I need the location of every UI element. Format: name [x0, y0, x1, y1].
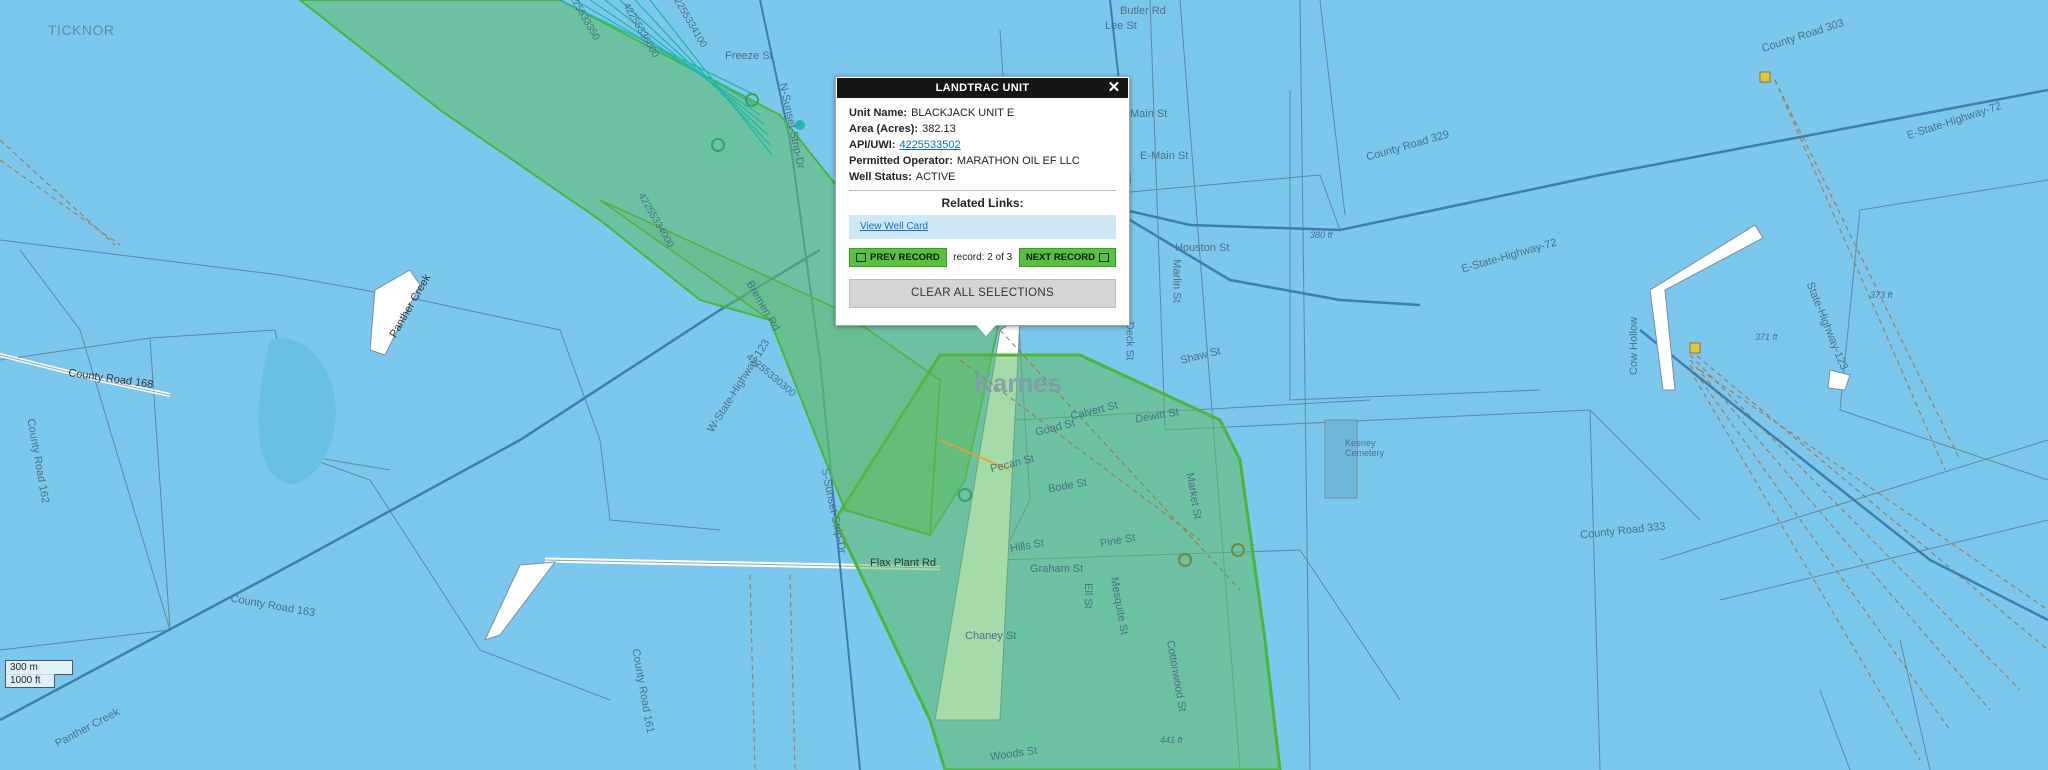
related-links-box: View Well Card — [849, 215, 1116, 239]
next-square-icon — [1099, 253, 1109, 262]
place-label-ticknor: TICKNOR — [48, 22, 115, 38]
popup-header: LANDTRAC UNIT ✕ — [837, 78, 1128, 98]
api-uwi-link[interactable]: 4225533502 — [899, 139, 960, 151]
landtrac-unit-popup: LANDTRAC UNIT ✕ Unit Name: BLACKJACK UNIT… — [835, 76, 1130, 336]
label-lee-st: Lee St — [1105, 20, 1137, 32]
field-well-status: Well Status: ACTIVE — [849, 171, 1116, 183]
town-label-karnes: Karnes — [974, 368, 1063, 398]
label-chaney-st: Chaney St — [965, 630, 1017, 642]
field-key: Well Status: — [849, 171, 912, 183]
field-key: Area (Acres): — [849, 123, 919, 135]
clear-all-selections-button[interactable]: CLEAR ALL SELECTIONS — [849, 279, 1116, 308]
label-elev-371: 371 ft — [1755, 332, 1778, 342]
label-e-main-st: E-Main St — [1140, 150, 1189, 162]
view-well-card-link[interactable]: View Well Card — [860, 221, 928, 232]
label-elev-441: 441 ft — [1160, 735, 1183, 745]
prev-record-button[interactable]: PREV RECORD — [849, 248, 947, 267]
field-value-area: 382.13 — [922, 123, 956, 135]
divider — [849, 190, 1116, 191]
field-unit-name: Unit Name: BLACKJACK UNIT E — [849, 107, 1116, 119]
label-graham-st: Graham St — [1030, 563, 1084, 575]
label-elev-380: 380 ft — [1310, 230, 1333, 240]
next-record-button[interactable]: NEXT RECORD — [1018, 248, 1116, 267]
label-butler-rd: Butler Rd — [1120, 5, 1166, 17]
field-value-well-status: ACTIVE — [915, 171, 956, 183]
field-key: API/UWI: — [849, 139, 896, 151]
place-label-keeney-cemetery: Keeney Cemetery — [1345, 438, 1385, 458]
field-api-uwi: API/UWI: 4225533502 — [849, 139, 1116, 151]
related-links-title: Related Links: — [941, 196, 1024, 210]
field-key: Permitted Operator: — [849, 155, 953, 167]
label-elev-373: 373 ft — [1870, 290, 1893, 300]
label-main-st: Main St — [1130, 108, 1168, 120]
label-marlin-st: Marlin St — [1170, 259, 1183, 303]
keeney-cemetery — [1324, 419, 1358, 499]
popup-body: Unit Name: BLACKJACK UNIT E Area (Acres):… — [836, 99, 1129, 308]
label-freeze-st: Freeze St — [725, 50, 773, 62]
popup-title: LANDTRAC UNIT — [935, 82, 1030, 94]
label-houston-st: Houston St — [1175, 242, 1230, 254]
label-deck-st: Deck St — [1123, 321, 1136, 361]
field-value-unit-name: BLACKJACK UNIT E — [911, 107, 1015, 119]
field-permitted-operator: Permitted Operator: MARATHON OIL EF LLC — [849, 155, 1116, 167]
record-counter: record: 2 of 3 — [953, 252, 1013, 263]
record-nav: PREV RECORD record: 2 of 3 NEXT RECORD — [849, 248, 1116, 267]
prev-record-label: PREV RECORD — [870, 252, 940, 263]
label-ell-st: Ell St — [1081, 583, 1094, 609]
scale-metric: 300 m — [5, 660, 73, 675]
next-record-label: NEXT RECORD — [1025, 252, 1095, 263]
field-value-operator: MARATHON OIL EF LLC — [956, 155, 1080, 167]
field-area: Area (Acres): 382.13 — [849, 123, 1116, 135]
close-icon[interactable]: ✕ — [1106, 78, 1122, 98]
prev-square-icon — [856, 253, 866, 262]
scale-imperial: 1000 ft — [5, 674, 55, 688]
place-label-cow-hollow: Cow Hollow — [1628, 316, 1641, 376]
field-key: Unit Name: — [849, 107, 908, 119]
label-flax-plant-rd: Flax Plant Rd — [870, 557, 937, 569]
